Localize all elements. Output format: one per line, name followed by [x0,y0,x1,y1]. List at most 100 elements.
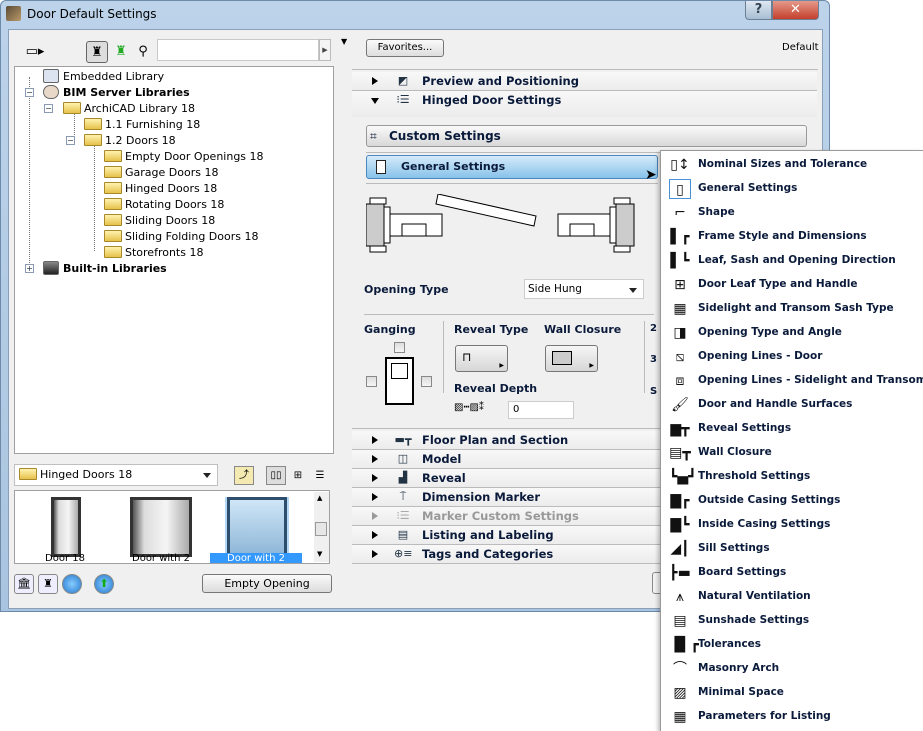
menu-item-nominal-sizes[interactable]: ▯↕ Nominal Sizes and Tolerance [661,153,923,177]
title-bar[interactable]: Door Default Settings ? ✕ [1,1,831,29]
menu-item-frame-style[interactable]: ▌┏ Frame Style and Dimensions [661,225,923,249]
bim-server-icon [43,85,59,99]
expand-toggle[interactable]: + [25,264,34,273]
large-icons-view-button[interactable]: ▯▯ [266,466,286,485]
panel-collapse-arrow[interactable]: ▼ [341,37,347,46]
scroll-down-icon[interactable]: ▼ [317,550,322,558]
menu-item-parameters-for-listing[interactable]: ▦ Parameters for Listing [661,705,923,729]
door-leaf-icon: ⊞ [674,277,686,293]
bimcomponents-upload-icon[interactable]: ⬆ [94,574,114,594]
favorites-button[interactable]: Favorites... [366,39,444,57]
library-tree[interactable]: Embedded Library − BIM Server Libraries … [14,66,334,454]
ganging-top-checkbox[interactable] [394,342,405,353]
chevron-down-icon [203,473,211,478]
opening-lines-icon: ⧅ [675,349,685,365]
window-title: Door Default Settings [27,7,157,21]
tree-item-garage-doors[interactable]: Garage Doors 18 [104,165,218,181]
opening-type-select[interactable]: Side Hung [524,279,644,299]
door-plan-preview [366,194,635,253]
wall-closure-button[interactable]: ▶ [545,345,598,372]
menu-item-general-settings[interactable]: ▯ General Settings [661,177,923,201]
tree-item-embedded-library[interactable]: Embedded Library [43,69,164,85]
tree-item-hinged-doors[interactable]: Hinged Doors 18 [104,181,217,197]
menu-item-shape[interactable]: ⌐ Shape [661,201,923,225]
library-panel: ▭▸ ♜ ♜ ⚲ ▶ Embedded Library − BIM Server… [14,36,342,604]
close-button[interactable]: ✕ [772,1,819,20]
parent-folder-button[interactable]: ⤴ [234,466,254,485]
tags-icon: ⊕≡ [394,547,413,560]
menu-item-reveal-settings[interactable]: ▆┳ Reveal Settings [661,417,923,441]
general-settings-menu[interactable]: ▯↕ Nominal Sizes and Tolerance ▯ General S… [660,150,923,731]
opening-lines-sidelight-icon: ⧈ [675,373,685,389]
minimal-space-icon: ▨ [673,685,687,701]
help-button[interactable]: ? [745,1,772,20]
general-settings-dropdown[interactable]: General Settings [366,155,658,179]
tree-item-sliding-folding-doors[interactable]: Sliding Folding Doors 18 [104,229,258,245]
reveal-depth-input[interactable]: 0 [508,401,574,419]
menu-item-minimal-space[interactable]: ▨ Minimal Space [661,681,923,705]
menu-item-board[interactable]: ┣▬ Board Settings [661,561,923,585]
scroll-up-icon[interactable]: ▲ [317,494,322,502]
thumbnail-door-with-2-sidelights[interactable] [130,497,192,557]
loaded-objects-icon[interactable]: ♜ [110,41,132,63]
menu-item-opening-type-angle[interactable]: ◨ Opening Type and Angle [661,321,923,345]
menu-item-opening-lines-door[interactable]: ⧅ Opening Lines - Door [661,345,923,369]
collapse-toggle[interactable]: − [25,88,34,97]
menu-item-opening-lines-sidelight[interactable]: ⧈ Opening Lines - Sidelight and Transom [661,369,923,393]
tree-item-bim-server-libraries[interactable]: BIM Server Libraries [43,85,190,101]
reveal-type-label: Reveal Type [454,323,529,336]
expand-arrow-icon [372,77,378,85]
menu-item-outside-casing[interactable]: ▇┏ Outside Casing Settings [661,489,923,513]
thumbnails-scrollbar[interactable]: ▲ ▼ [314,492,329,562]
tree-item-built-in-libraries[interactable]: Built-in Libraries [43,261,167,277]
view-mode-icon[interactable]: ▭▸ [22,41,48,63]
menu-item-threshold[interactable]: ┗▄┛ Threshold Settings [661,465,923,489]
thumbnail-door-with-2-sidelights-transom[interactable] [225,497,289,557]
reveal-type-button[interactable]: ⊓ ▶ [455,345,508,372]
object-thumbnails[interactable]: Door 18 Door with 2 Door with 2 [14,490,330,564]
folder-icon [84,134,102,146]
tree-item-empty-door-openings[interactable]: Empty Door Openings 18 [104,149,264,165]
folder-dropdown[interactable]: Hinged Doors 18 [14,464,218,486]
ganging-right-checkbox[interactable] [421,376,432,387]
menu-item-masonry-arch[interactable]: ⌒ Masonry Arch [661,657,923,681]
tree-item-archicad-library[interactable]: ArchiCAD Library 18 [63,101,195,117]
thumbnail-door[interactable] [51,497,81,557]
empty-opening-button[interactable]: Empty Opening [202,574,332,593]
menu-item-wall-closure[interactable]: ▤┳ Wall Closure [661,441,923,465]
section-preview-and-positioning[interactable]: ◩ Preview and Positioning [352,72,817,91]
tree-item-sliding-doors[interactable]: Sliding Doors 18 [104,213,215,229]
library-manager-icon[interactable]: 🏛 [14,574,34,594]
menu-item-sunshade[interactable]: ▤ Sunshade Settings [661,609,923,633]
menu-item-inside-casing[interactable]: ▇┗ Inside Casing Settings [661,513,923,537]
search-icon[interactable]: ⚲ [132,41,154,63]
menu-item-sill[interactable]: ◢┃ Sill Settings [661,537,923,561]
search-options-arrow[interactable]: ▶ [319,39,331,61]
add-object-icon[interactable]: ♜ [38,574,58,594]
expand-arrow-icon [372,493,378,501]
tree-item-rotating-doors[interactable]: Rotating Doors 18 [104,197,224,213]
menu-item-natural-ventilation[interactable]: ⩚ Natural Ventilation [661,585,923,609]
tree-item-storefronts[interactable]: Storefronts 18 [104,245,203,261]
menu-item-door-leaf-type[interactable]: ⊞ Door Leaf Type and Handle [661,273,923,297]
library-objects-icon[interactable]: ♜ [86,41,108,63]
tree-item-furnishing[interactable]: 1.1 Furnishing 18 [84,117,200,133]
globe-icon[interactable] [62,574,82,594]
scroll-thumb[interactable] [315,522,327,536]
door-icon: ▯ [669,179,691,199]
list-view-button[interactable]: ☰ [310,466,330,485]
menu-item-surfaces[interactable]: 🖌 Door and Handle Surfaces [661,393,923,417]
collapse-toggle[interactable]: − [44,104,53,113]
menu-item-tolerances[interactable]: ▐▌┏ Tolerances [661,633,923,657]
expand-arrow-icon [372,531,378,539]
small-icons-view-button[interactable]: ⊞ [288,466,308,485]
search-input[interactable] [157,39,319,61]
reveal-icon: ▟ [398,471,408,484]
ganging-left-checkbox[interactable] [366,376,377,387]
custom-settings-bar[interactable]: ⌗ Custom Settings [366,125,807,147]
tree-item-doors[interactable]: 1.2 Doors 18 [84,133,176,149]
section-hinged-door-settings[interactable]: ⁝☰ Hinged Door Settings [352,91,817,117]
menu-item-leaf-sash[interactable]: ▌┗ Leaf, Sash and Opening Direction [661,249,923,273]
menu-item-sidelight-transom[interactable]: ▦ Sidelight and Transom Sash Type [661,297,923,321]
collapse-toggle[interactable]: − [66,136,75,145]
